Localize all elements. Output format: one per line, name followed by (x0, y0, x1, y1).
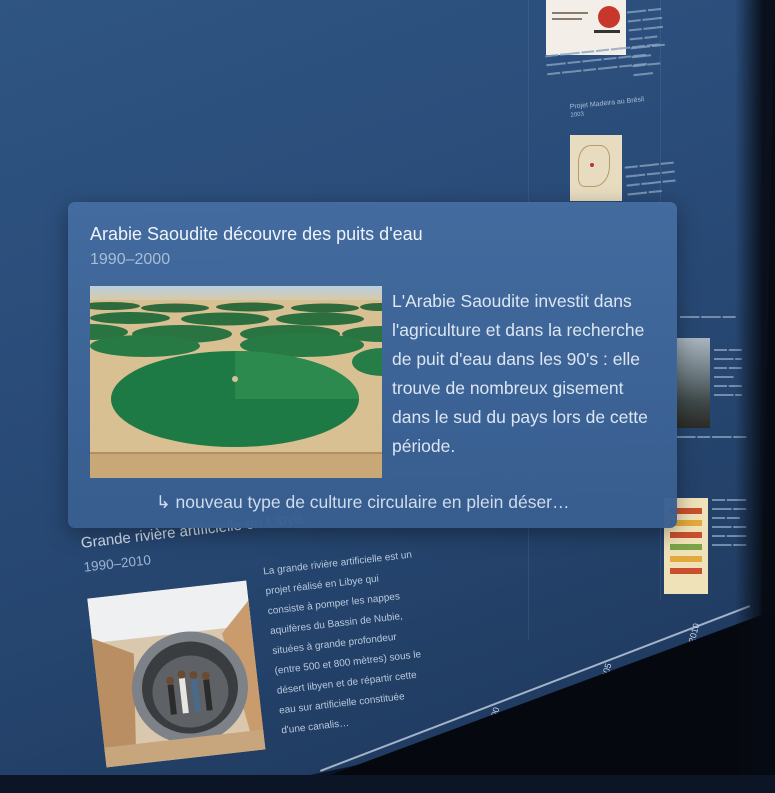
event-date: 1990–2000 (90, 251, 171, 268)
event-description: L'Arabie Saoudite investit dans l'agricu… (392, 291, 648, 456)
pipeline-tunnel-photo (87, 580, 266, 768)
background-shadow (735, 0, 775, 775)
event-text-faded: ▬▬▬ ▬▬▬ ▬▬ (680, 313, 736, 320)
background-event-card[interactable]: Grande rivière artificielle en Libye 199… (80, 497, 447, 793)
event-detail-card[interactable]: Arabie Saoudite découvre des puits d'eau… (52, 202, 677, 528)
event-description: La grande rivière artificielle est un pr… (262, 549, 422, 737)
event-text-faded: ▬▬ ▬▬▬ ▬▬ ▬▬▬ ▬▬ ▬▬ ▬▬ ▬▬▬ ▬▬ ▬▬▬ ▬▬ (624, 158, 676, 198)
event-thumbnail[interactable] (676, 338, 710, 428)
circular-irrigation-fields-photo (52, 286, 422, 478)
event-title: Arabie Saoudite découvre des puits d'eau (90, 224, 423, 244)
event-more-link[interactable]: ↳ nouveau type de culture circulaire en … (156, 492, 570, 513)
map-thumbnail[interactable] (570, 135, 622, 201)
